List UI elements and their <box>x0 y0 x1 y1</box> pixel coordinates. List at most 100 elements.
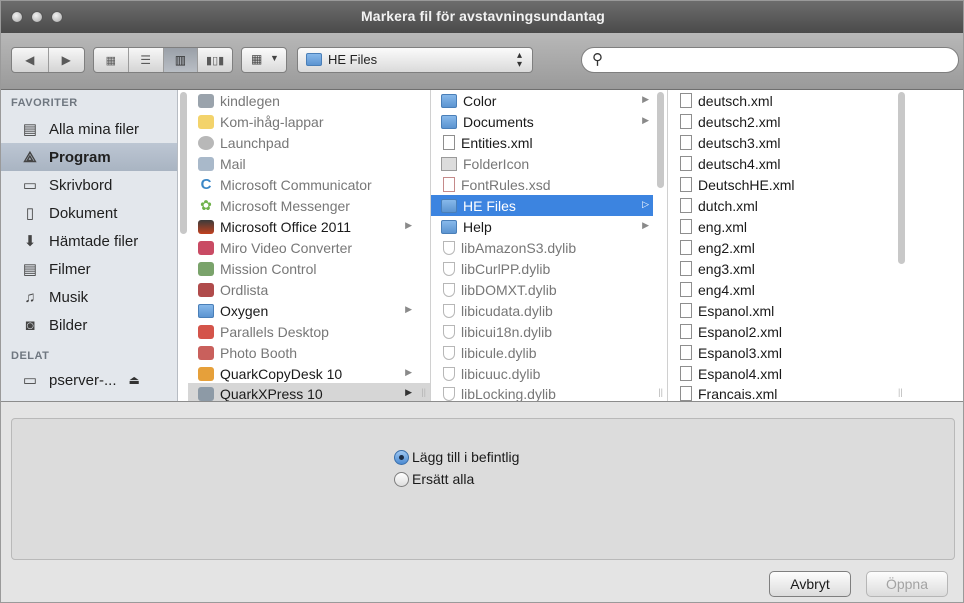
list-item[interactable]: libicule.dylib <box>431 342 653 363</box>
quarkxpress-scrollbar[interactable] <box>657 92 664 188</box>
list-item[interactable]: deutsch.xml <box>668 90 951 111</box>
chevron-right-icon: ▶ <box>405 367 412 377</box>
list-item[interactable]: ✿ Microsoft Messenger <box>188 195 416 216</box>
library-file-icon <box>443 303 455 318</box>
search-input[interactable] <box>612 51 946 71</box>
list-item[interactable]: libicuuc.dylib <box>431 363 653 384</box>
search-field[interactable]: ⚲ <box>581 47 959 73</box>
xml-file-icon <box>680 345 692 360</box>
column-view-button[interactable]: ▥ <box>163 48 199 72</box>
sidebar: FAVORITER ▤ Alla mina filer ⟁ Program ▭ … <box>1 90 178 401</box>
location-label: HE Files <box>328 52 378 67</box>
list-item[interactable]: eng2.xml <box>668 237 951 258</box>
cancel-button[interactable]: Avbryt <box>769 571 851 597</box>
sidebar-item-label: Program <box>49 148 111 166</box>
back-button[interactable]: ◀ <box>12 48 49 72</box>
list-item[interactable]: libCurlPP.dylib <box>431 258 653 279</box>
list-item[interactable]: Espanol3.xml <box>668 342 951 363</box>
replace-radio[interactable] <box>394 471 409 487</box>
list-item[interactable]: Espanol4.xml <box>668 363 951 384</box>
list-item[interactable]: QuarkCopyDesk 10 ▶ <box>188 363 416 384</box>
chevron-right-icon: ▶ <box>61 53 71 67</box>
parallels-app-icon <box>198 324 214 339</box>
sidebar-item-all-files[interactable]: ▤ Alla mina filer <box>1 115 177 143</box>
sidebar-item-desktop[interactable]: ▭ Skrivbord <box>1 171 177 199</box>
list-item[interactable]: Entities.xml <box>431 132 653 153</box>
list-item[interactable]: Kom-ihåg-lappar <box>188 111 416 132</box>
list-item[interactable]: Photo Booth <box>188 342 416 363</box>
replace-option[interactable]: Ersätt alla <box>394 471 474 487</box>
xml-file-icon <box>680 135 692 150</box>
applications-icon: ⟁ <box>23 148 37 166</box>
list-item[interactable]: Miro Video Converter <box>188 237 416 258</box>
list-item[interactable]: Color ▶ <box>431 90 653 111</box>
list-item[interactable]: FontRules.xsd <box>431 174 653 195</box>
folder-icon <box>441 219 457 234</box>
list-item[interactable]: Microsoft Office 2011 ▶ <box>188 216 416 237</box>
list-item[interactable]: FolderIcon <box>431 153 653 174</box>
sidebar-item-documents[interactable]: ▯ Dokument <box>1 199 177 227</box>
list-item[interactable]: libLocking.dylib <box>431 383 653 401</box>
list-item[interactable]: libDOMXT.dylib <box>431 279 653 300</box>
forward-button[interactable]: ▶ <box>49 48 85 72</box>
append-option[interactable]: Lägg till i befintlig <box>394 449 519 465</box>
list-item[interactable]: Espanol.xml <box>668 300 951 321</box>
sidebar-item-movies[interactable]: ▤ Filmer <box>1 255 177 283</box>
communicator-app-icon: C <box>200 176 212 193</box>
open-button[interactable]: Öppna <box>866 571 948 597</box>
list-item[interactable]: Launchpad <box>188 132 416 153</box>
chevron-right-icon: ▶ <box>642 115 649 125</box>
sidebar-item-downloads[interactable]: ⬇ Hämtade filer <box>1 227 177 255</box>
list-item[interactable]: libicudata.dylib <box>431 300 653 321</box>
list-item[interactable]: Ordlista <box>188 279 416 300</box>
column-resize-handle[interactable]: || <box>658 387 663 397</box>
title-bar: Markera fil för avstavningsundantag <box>1 1 963 34</box>
miro-app-icon <box>198 240 214 255</box>
list-item[interactable]: Oxygen ▶ <box>188 300 416 321</box>
list-view-button[interactable]: ☰ <box>129 48 164 72</box>
column-resize-handle[interactable]: || <box>898 387 903 397</box>
xml-file-icon <box>680 366 692 381</box>
xml-file-icon <box>680 240 692 255</box>
applications-scrollbar[interactable] <box>180 92 187 234</box>
list-item[interactable]: kindlegen <box>188 90 416 111</box>
list-item[interactable]: libicui18n.dylib <box>431 321 653 342</box>
list-item[interactable]: eng4.xml <box>668 279 951 300</box>
quarkxpress-folder-icon <box>198 386 214 401</box>
sidebar-item-music[interactable]: ♫ Musik <box>1 283 177 311</box>
list-item[interactable]: Mission Control <box>188 258 416 279</box>
column-resize-handle[interactable]: || <box>421 387 426 397</box>
library-file-icon <box>443 366 455 381</box>
sidebar-item-applications[interactable]: ⟁ Program <box>1 143 177 171</box>
list-item[interactable]: deutsch3.xml <box>668 132 951 153</box>
list-item[interactable]: deutsch4.xml <box>668 153 951 174</box>
replace-label: Ersätt alla <box>412 471 475 487</box>
append-radio[interactable] <box>394 449 409 465</box>
list-item[interactable]: HE Files ▷ <box>431 195 653 216</box>
list-item[interactable]: DeutschHE.xml <box>668 174 951 195</box>
coverflow-view-button[interactable]: ▮▯▮ <box>198 48 232 72</box>
list-item[interactable]: Espanol2.xml <box>668 321 951 342</box>
list-item[interactable]: Mail <box>188 153 416 174</box>
xml-file-icon <box>680 386 692 401</box>
icon-view-button[interactable]: ▦ <box>94 48 129 72</box>
arrange-popup[interactable]: ▦ ▼ <box>241 47 287 73</box>
list-item[interactable]: QuarkXPress 10 ▶ <box>188 383 430 401</box>
list-item[interactable]: C Microsoft Communicator <box>188 174 416 195</box>
list-item[interactable]: Help ▶ <box>431 216 653 237</box>
list-item[interactable]: Francais.xml <box>668 383 951 401</box>
list-item[interactable]: eng3.xml <box>668 258 951 279</box>
eject-icon[interactable]: ⏏ <box>129 373 140 387</box>
list-item[interactable]: dutch.xml <box>668 195 951 216</box>
coverflow-view-icon: ▮▯▮ <box>206 54 225 67</box>
sidebar-item-server[interactable]: ▭ pserver-... ⏏ <box>1 366 177 394</box>
location-popup[interactable]: HE Files ▴ ▾ <box>297 47 533 73</box>
sidebar-item-pictures[interactable]: ◙ Bilder <box>1 311 177 339</box>
mail-app-icon <box>198 156 214 171</box>
xml-file-icon <box>680 303 692 318</box>
list-item[interactable]: Parallels Desktop <box>188 321 416 342</box>
list-item[interactable]: deutsch2.xml <box>668 111 951 132</box>
list-item[interactable]: libAmazonS3.dylib <box>431 237 653 258</box>
list-item[interactable]: Documents ▶ <box>431 111 653 132</box>
list-item[interactable]: eng.xml <box>668 216 951 237</box>
